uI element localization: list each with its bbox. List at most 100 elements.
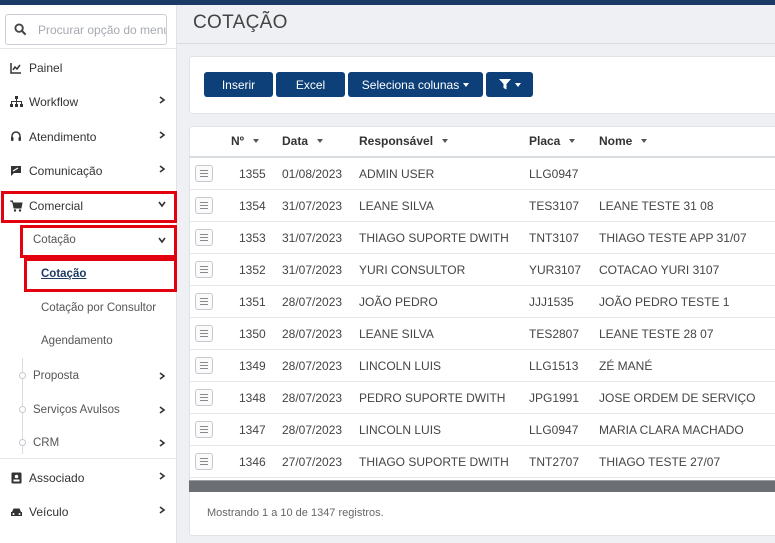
sidebar-item-label: Associado bbox=[29, 471, 85, 485]
car-icon bbox=[9, 505, 23, 519]
cell-responsavel: LEANE SILVA bbox=[359, 327, 434, 341]
sort-caret-icon bbox=[569, 139, 576, 143]
cell-responsavel: YURI CONSULTOR bbox=[359, 263, 466, 277]
title-divider bbox=[177, 43, 775, 44]
table-row[interactable]: 1349 28/07/2023 LINCOLN LUIS LLG1513 ZÉ MANÉ bbox=[189, 350, 775, 382]
row-menu-icon[interactable] bbox=[195, 165, 213, 182]
highlight-box-cotacao-link bbox=[24, 258, 177, 292]
menu-search[interactable] bbox=[5, 14, 167, 45]
cell-placa: JPG1991 bbox=[529, 391, 580, 405]
sidebar-group-label: CRM bbox=[33, 437, 60, 449]
table-row[interactable]: 1352 31/07/2023 YURI CONSULTOR YUR3107 COTAC… bbox=[189, 254, 775, 286]
column-header-responsavel[interactable]: Responsável bbox=[359, 134, 449, 148]
sidebar-divider bbox=[0, 48, 176, 49]
column-header-label: Nº bbox=[231, 134, 245, 148]
cell-nome: COTACAO YURI 3107 bbox=[599, 263, 720, 277]
filter-button[interactable] bbox=[486, 72, 533, 97]
cell-nome: LEANE TESTE 31 08 bbox=[599, 199, 714, 213]
cell-data: 27/07/2023 bbox=[282, 455, 343, 469]
row-menu-icon[interactable] bbox=[195, 325, 213, 342]
table-row[interactable]: 1355 01/08/2023 ADMIN USER LLG0947 bbox=[189, 158, 775, 190]
sidebar-link-cotacao-por-consultor[interactable]: Cotação por Consultor bbox=[0, 293, 176, 323]
row-menu-icon[interactable] bbox=[195, 453, 213, 470]
horizontal-scrollbar[interactable] bbox=[189, 480, 775, 492]
cell-numero: 1355 bbox=[239, 167, 266, 181]
chevron-right-icon bbox=[159, 472, 166, 480]
table-row[interactable]: 1347 28/07/2023 LINCOLN LUIS LLG0947 MARIA C… bbox=[189, 414, 775, 446]
sidebar-divider bbox=[0, 458, 176, 459]
cell-placa: YUR3107 bbox=[529, 263, 582, 277]
cell-responsavel: THIAGO SUPORTE DWITH bbox=[359, 231, 509, 245]
sidebar-group-crm[interactable]: CRM bbox=[0, 428, 176, 458]
sidebar-group-proposta[interactable]: Proposta bbox=[0, 361, 176, 391]
table-row[interactable]: 1350 28/07/2023 LEANE SILVA TES2807 LEANE TE… bbox=[189, 318, 775, 350]
table-row[interactable]: 1346 27/07/2023 THIAGO SUPORTE DWITH TNT270… bbox=[189, 446, 775, 478]
chevron-right-icon bbox=[159, 506, 166, 514]
cell-responsavel: LEANE SILVA bbox=[359, 199, 434, 213]
headset-icon bbox=[9, 130, 23, 144]
cell-responsavel: LINCOLN LUIS bbox=[359, 423, 442, 437]
id-card-icon bbox=[9, 471, 23, 485]
sidebar-link-agendamento[interactable]: Agendamento bbox=[0, 326, 176, 356]
cell-data: 31/07/2023 bbox=[282, 263, 343, 277]
insert-button[interactable]: Inserir bbox=[204, 72, 273, 97]
cell-numero: 1354 bbox=[239, 199, 266, 213]
cell-placa: TES3107 bbox=[529, 199, 580, 213]
row-menu-icon[interactable] bbox=[195, 229, 213, 246]
cell-numero: 1351 bbox=[239, 295, 266, 309]
chevron-right-icon bbox=[159, 406, 166, 414]
search-icon bbox=[14, 23, 27, 36]
cell-numero: 1348 bbox=[239, 391, 266, 405]
column-header-nome[interactable]: Nome bbox=[599, 134, 648, 148]
chevron-right-icon bbox=[159, 372, 166, 380]
cell-placa: TES2807 bbox=[529, 327, 580, 341]
cell-numero: 1349 bbox=[239, 359, 266, 373]
highlight-box-cotacao-group bbox=[20, 225, 177, 258]
filter-icon bbox=[498, 79, 511, 90]
sort-caret-icon bbox=[641, 139, 648, 143]
cell-data: 28/07/2023 bbox=[282, 359, 343, 373]
sidebar-item-workflow[interactable]: Workflow bbox=[0, 85, 176, 119]
insert-button-label: Inserir bbox=[221, 77, 256, 92]
table-row[interactable]: 1354 31/07/2023 LEANE SILVA TES3107 LEANE TE… bbox=[189, 190, 775, 222]
row-menu-icon[interactable] bbox=[195, 357, 213, 374]
cell-responsavel: THIAGO SUPORTE DWITH bbox=[359, 455, 509, 469]
row-menu-icon[interactable] bbox=[195, 389, 213, 406]
row-menu-icon[interactable] bbox=[195, 293, 213, 310]
menu-search-input[interactable] bbox=[38, 15, 166, 44]
column-header-numero[interactable]: Nº bbox=[231, 134, 260, 148]
cell-nome: THIAGO TESTE APP 31/07 bbox=[599, 231, 747, 245]
sidebar-group-label: Proposta bbox=[33, 370, 80, 382]
column-header-data[interactable]: Data bbox=[282, 134, 324, 148]
sort-caret-icon bbox=[317, 139, 324, 143]
table-row[interactable]: 1351 28/07/2023 JOÃO PEDRO JJJ1535 JOÃO PEDR… bbox=[189, 286, 775, 318]
cell-data: 28/07/2023 bbox=[282, 391, 343, 405]
row-menu-icon[interactable] bbox=[195, 421, 213, 438]
chevron-right-icon bbox=[159, 96, 166, 104]
sidebar-item-associado[interactable]: Associado bbox=[0, 461, 176, 495]
excel-button[interactable]: Excel bbox=[276, 72, 345, 97]
sidebar-item-veiculo[interactable]: Veículo bbox=[0, 495, 176, 529]
sidebar-item-atendimento[interactable]: Atendimento bbox=[0, 120, 176, 154]
caret-down-icon bbox=[514, 82, 521, 87]
table-row[interactable]: 1353 31/07/2023 THIAGO SUPORTE DWITH TNT310… bbox=[189, 222, 775, 254]
sidebar-item-painel[interactable]: Painel bbox=[0, 51, 176, 85]
sidebar-link-label: Agendamento bbox=[41, 335, 113, 347]
cell-data: 28/07/2023 bbox=[282, 295, 343, 309]
table-row[interactable]: 1348 28/07/2023 PEDRO SUPORTE DWITH JPG1991… bbox=[189, 382, 775, 414]
column-header-placa[interactable]: Placa bbox=[529, 134, 576, 148]
row-menu-icon[interactable] bbox=[195, 261, 213, 278]
row-menu-icon[interactable] bbox=[195, 197, 213, 214]
sidebar-item-comunicacao[interactable]: Comunicação bbox=[0, 154, 176, 188]
sidebar-item-label: Painel bbox=[29, 61, 63, 75]
sidebar-item-label: Workflow bbox=[29, 95, 79, 109]
cell-numero: 1346 bbox=[239, 455, 266, 469]
cell-data: 31/07/2023 bbox=[282, 231, 343, 245]
cell-numero: 1352 bbox=[239, 263, 266, 277]
sidebar-group-servicos-avulsos[interactable]: Serviços Avulsos bbox=[0, 395, 176, 425]
chevron-right-icon bbox=[159, 131, 166, 139]
column-header-label: Nome bbox=[599, 134, 633, 148]
cell-responsavel: LINCOLN LUIS bbox=[359, 359, 442, 373]
sort-caret-icon bbox=[442, 139, 449, 143]
select-columns-button[interactable]: Seleciona colunas bbox=[348, 72, 483, 97]
